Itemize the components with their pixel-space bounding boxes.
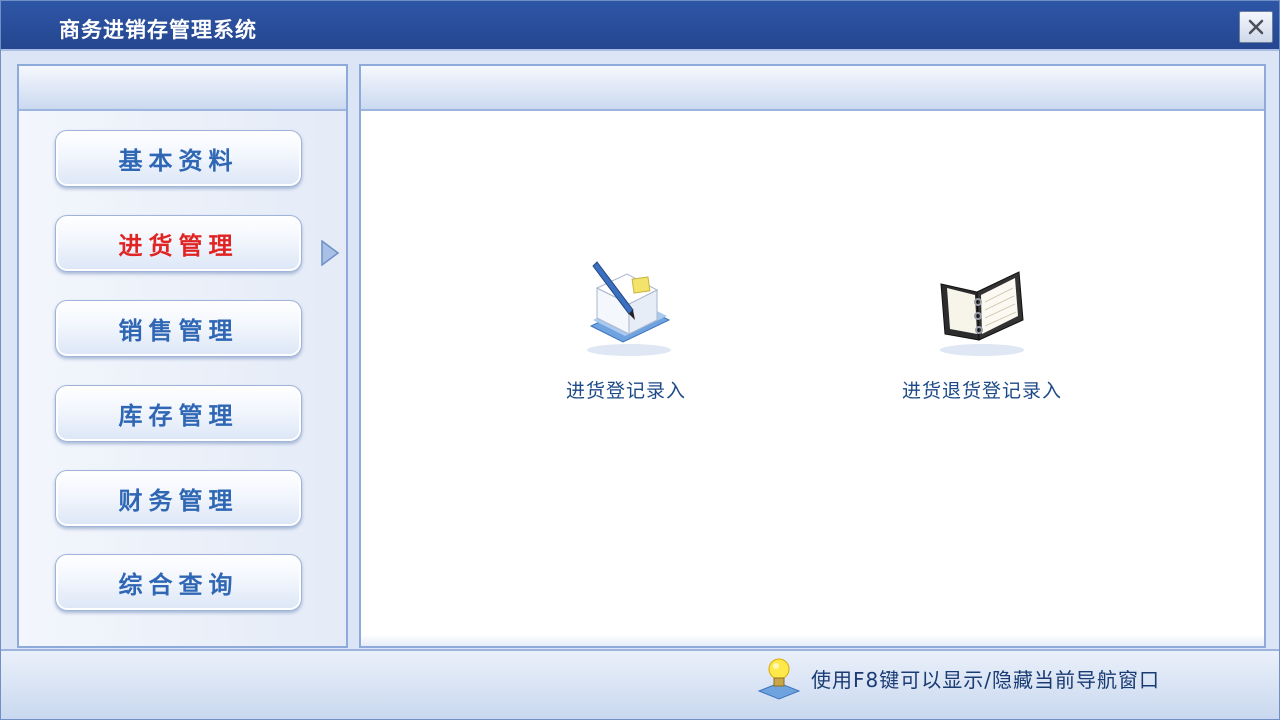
navigation-panel-header [19, 66, 346, 111]
status-tip-text: 使用F8键可以显示/隐藏当前导航窗口 [811, 667, 1160, 692]
nav-button-label: 财务管理 [118, 487, 239, 515]
nav-button-label: 销售管理 [118, 317, 239, 345]
nav-button-label: 库存管理 [118, 402, 239, 430]
function-label: 进货登记录入 [565, 380, 686, 402]
close-button[interactable] [1239, 11, 1273, 43]
function-purchase-return-entry[interactable]: 进货退货登记录入 [867, 254, 1097, 414]
nav-button-sales-management[interactable]: 销售管理 [55, 300, 302, 357]
window-title: 商务进销存管理系统 [59, 18, 257, 42]
content-panel-footer [361, 634, 1264, 646]
content-panel-header [361, 66, 1264, 111]
active-item-arrow-icon [321, 240, 340, 266]
nav-button-comprehensive-query[interactable]: 综合查询 [55, 554, 302, 611]
nav-button-finance-management[interactable]: 财务管理 [55, 470, 302, 527]
title-bar: 商务进销存管理系统 [1, 1, 1279, 51]
pen-document-icon [587, 261, 671, 356]
function-label: 进货退货登记录入 [901, 380, 1062, 402]
status-tip: 使用F8键可以显示/隐藏当前导航窗口 [755, 655, 1160, 701]
content-panel: 进货登记录入 进货退货登记录入 [359, 64, 1266, 648]
function-purchase-entry[interactable]: 进货登记录入 [511, 254, 741, 414]
nav-button-label: 进货管理 [118, 232, 239, 260]
binder-icon [940, 271, 1024, 356]
nav-button-label: 基本资料 [118, 147, 239, 175]
app-window: 商务进销存管理系统 基本资料 进货管理 销售管理 库存管理 财务管理 综合查询 [0, 0, 1280, 720]
nav-button-inventory-management[interactable]: 库存管理 [55, 385, 302, 442]
nav-button-purchase-management[interactable]: 进货管理 [55, 215, 302, 272]
navigation-panel: 基本资料 进货管理 销售管理 库存管理 财务管理 综合查询 [17, 64, 348, 648]
nav-button-basic-data[interactable]: 基本资料 [55, 130, 302, 187]
lightbulb-icon [757, 658, 801, 700]
close-icon [1248, 19, 1264, 35]
nav-button-label: 综合查询 [118, 571, 239, 599]
